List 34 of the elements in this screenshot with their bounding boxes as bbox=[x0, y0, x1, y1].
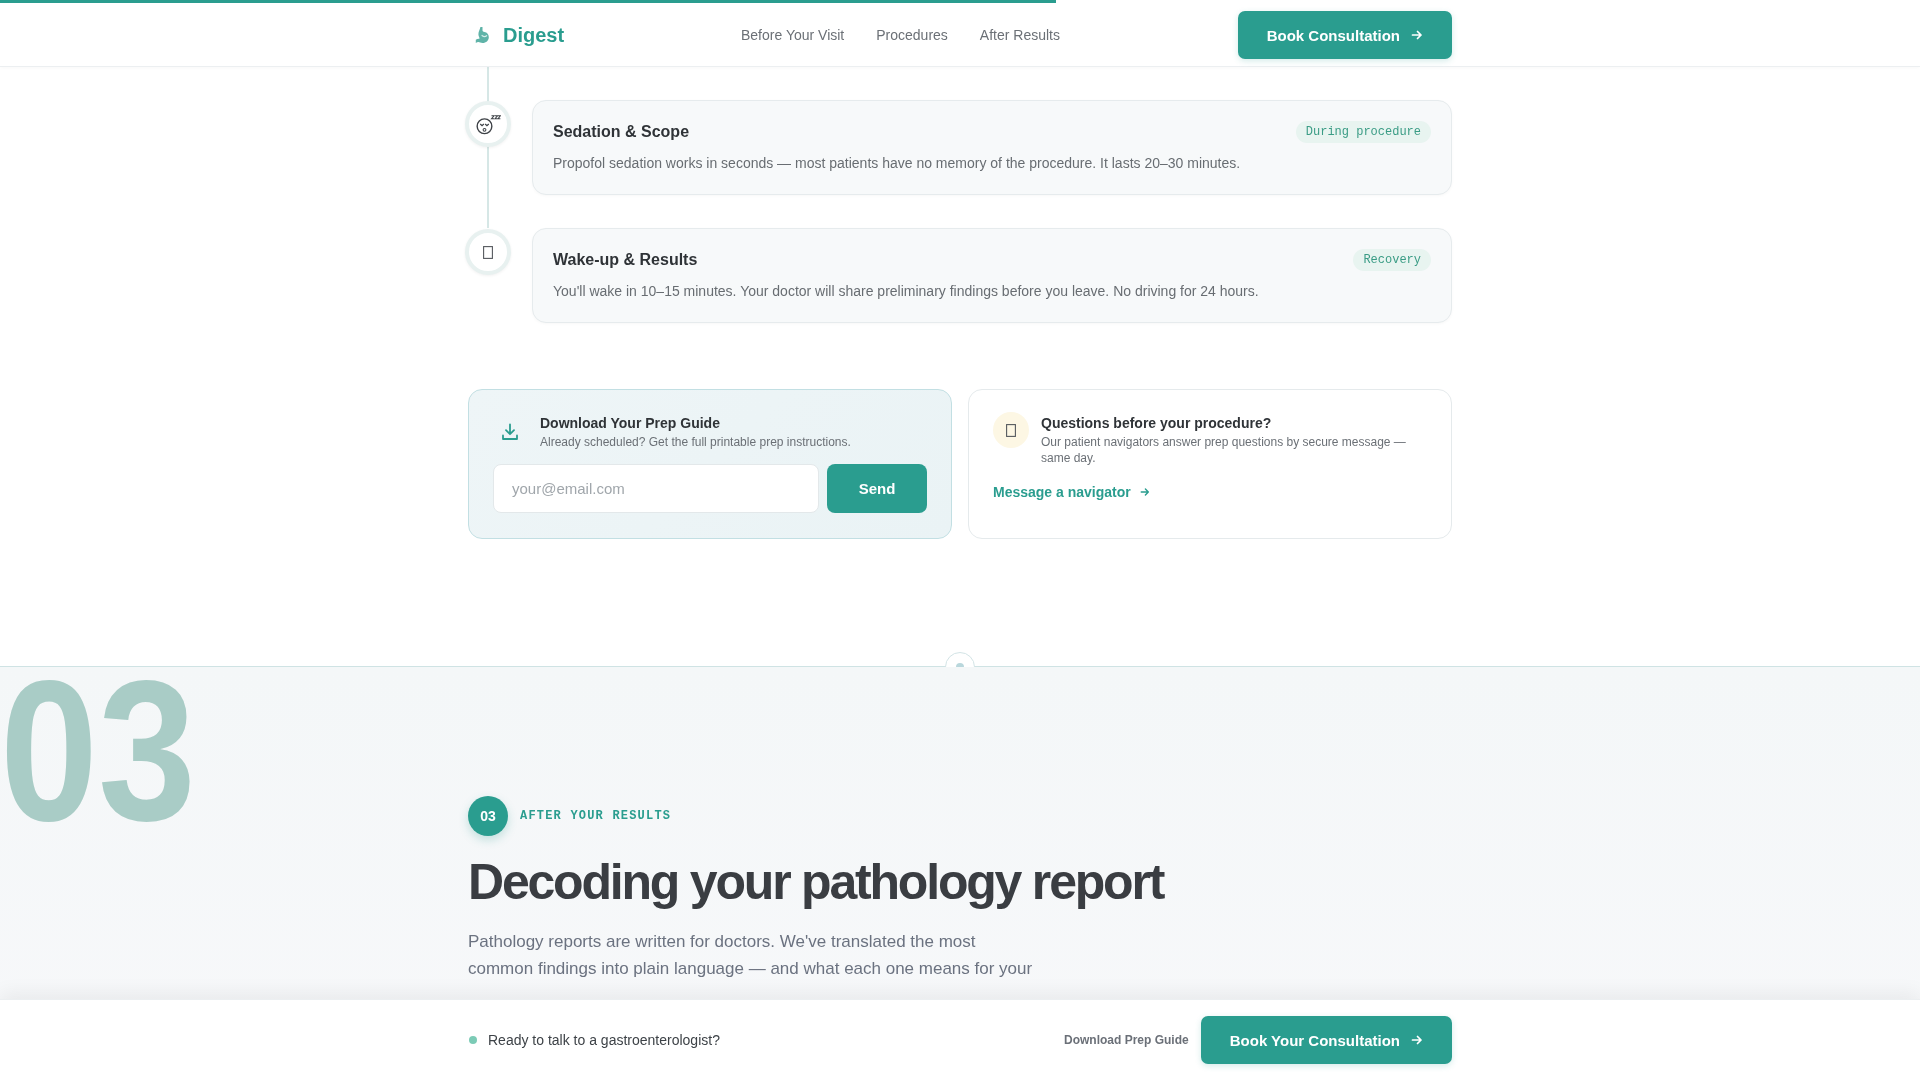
logo-wordmark: Digest bbox=[503, 23, 565, 47]
card-subtitle: Already scheduled? Get the full printable prep instructions. bbox=[540, 434, 851, 450]
cta-message: Ready to talk to a gastroenterologist? bbox=[488, 1032, 720, 1048]
section-number: 03 bbox=[468, 796, 508, 836]
message-navigator-link[interactable]: Message a navigator bbox=[993, 482, 1150, 502]
rectangle-icon bbox=[483, 245, 493, 259]
step-title: Sedation & Scope bbox=[553, 122, 690, 142]
phase-tag: During procedure bbox=[1295, 121, 1431, 143]
nav-link[interactable]: After Results bbox=[979, 27, 1060, 43]
status-dot-icon bbox=[469, 1036, 477, 1044]
nav-link[interactable]: Procedures bbox=[876, 27, 948, 43]
download-prep-guide-link[interactable]: Download Prep Guide bbox=[1064, 1033, 1189, 1047]
send-button[interactable]: Send bbox=[827, 464, 927, 513]
card-description: Our patient navigators answer prep questions by secure message — same day. bbox=[1041, 434, 1407, 466]
email-field[interactable]: your@email.com bbox=[493, 464, 819, 513]
section-heading: Decoding your pathology report bbox=[468, 854, 1164, 912]
card-title: Questions before your procedure? bbox=[1041, 414, 1273, 432]
arrow-right-icon bbox=[1411, 29, 1423, 41]
download-icon bbox=[500, 422, 520, 442]
step-title: Wake-up & Results bbox=[553, 250, 698, 270]
nav-link[interactable]: Before Your Visit bbox=[741, 27, 845, 43]
step-description: You'll wake in 10–15 minutes. Your doctor will share preliminary findings before you leave. No driving for 24 hours. bbox=[553, 282, 1260, 301]
section-intro: Pathology reports are written for doctors. We've translated the most common findings into plain language — and what each one means for your bbox=[468, 930, 1034, 980]
section-eyebrow: AFTER YOUR RESULTS bbox=[520, 809, 672, 823]
step-description: Propofol sedation works in seconds — most patients have no memory of the procedure. It lasts 20–30 minutes. bbox=[553, 154, 1242, 173]
stomach-icon bbox=[474, 26, 490, 44]
book-consultation-button[interactable]: Book Consultation bbox=[1237, 11, 1452, 59]
phase-tag: Recovery bbox=[1353, 249, 1431, 271]
section-watermark-number: 03 bbox=[0, 651, 196, 851]
sleeping-face-icon bbox=[475, 113, 501, 135]
card-title: Download Your Prep Guide bbox=[540, 414, 721, 432]
arrow-right-icon bbox=[1139, 487, 1150, 497]
book-your-consultation-button[interactable]: Book Your Consultation bbox=[1200, 1016, 1452, 1064]
arrow-right-icon bbox=[1411, 1034, 1423, 1046]
